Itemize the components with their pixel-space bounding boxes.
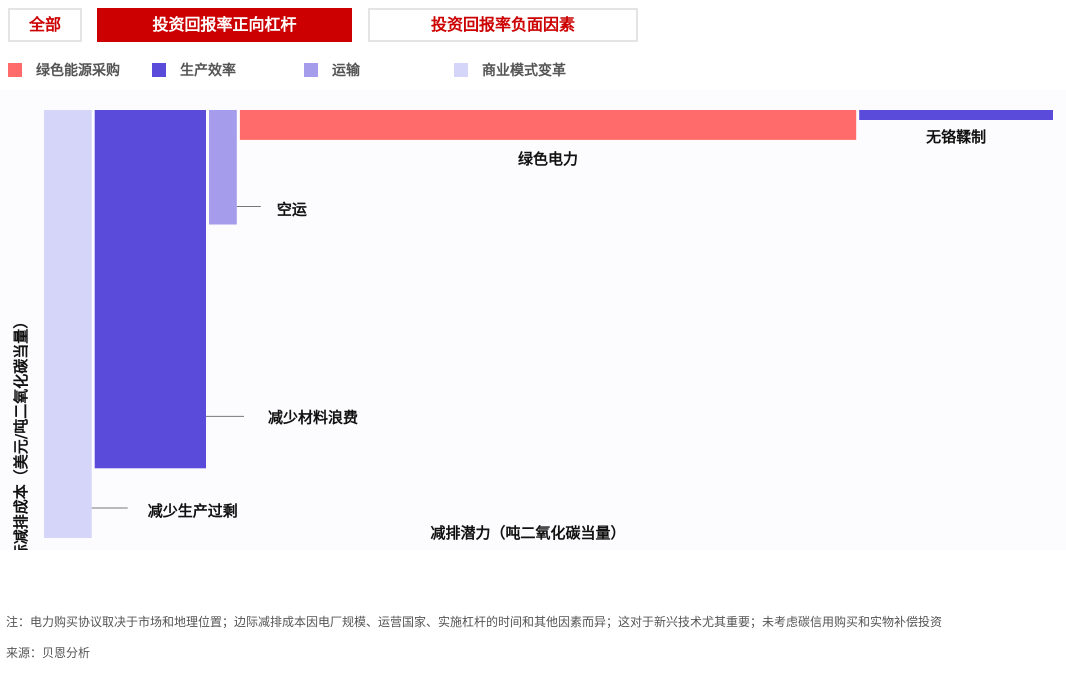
- legend-label: 绿色能源采购: [36, 63, 120, 79]
- bar-4: [859, 110, 1053, 120]
- bar-label-1: 减少材料浪费: [268, 408, 358, 426]
- legend-swatch: [454, 63, 468, 77]
- macc-chart: 减少生产过剩 减少材料浪费 空运 绿色电力 无铬鞣制 边际减排成本（美元/吨二氧化碳当量…: [0, 90, 1066, 550]
- bar-label-3: 绿色电力: [518, 150, 578, 168]
- bar-label-4: 无铬鞣制: [925, 128, 986, 146]
- tab-roi-negative-factors[interactable]: 投资回报率负面因素: [368, 8, 638, 42]
- legend-swatch: [152, 63, 166, 77]
- legend-label: 运输: [332, 63, 360, 79]
- bar-0: [44, 110, 92, 538]
- bar-3: [239, 110, 857, 140]
- legend-label: 生产效率: [180, 63, 236, 79]
- footnote-source: 来源：贝恩分析: [6, 646, 91, 660]
- legend-swatch: [304, 63, 318, 77]
- tab-roi-positive-levers[interactable]: 投资回报率正向杠杆: [97, 8, 352, 42]
- footnote-note: 注：电力购买协议取决于市场和地理位置；边际减排成本因电厂规模、运营国家、实施杠杆…: [6, 615, 943, 629]
- bar-label-0: 减少生产过剩: [148, 502, 238, 520]
- bar-label-2: 空运: [277, 200, 307, 218]
- tab-all[interactable]: 全部: [8, 8, 82, 42]
- y-axis-label: 边际减排成本（美元/吨二氧化碳当量）: [12, 314, 30, 550]
- bar-1: [94, 110, 206, 469]
- legend-swatch: [8, 63, 22, 77]
- bar-2: [209, 110, 237, 225]
- legend-label: 商业模式变革: [482, 63, 566, 79]
- x-axis-label: 减排潜力（吨二氧化碳当量）: [430, 524, 625, 542]
